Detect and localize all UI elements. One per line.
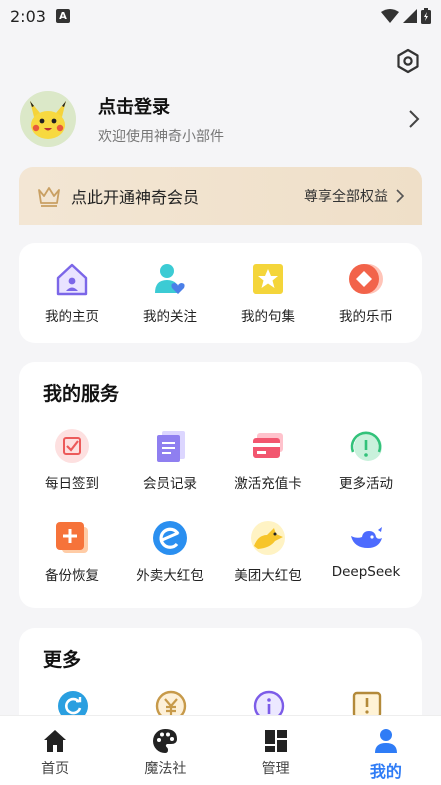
checkin-icon <box>55 429 89 463</box>
service-backup[interactable]: 备份恢复 <box>22 520 122 584</box>
eleme-icon <box>153 521 187 555</box>
tab-label: 管理 <box>261 761 290 777</box>
service-checkin[interactable]: 每日签到 <box>22 428 122 492</box>
palette-icon <box>153 729 178 753</box>
crown-icon <box>38 187 60 207</box>
quick-item-collection[interactable]: 我的句集 <box>218 261 318 325</box>
vip-action[interactable]: 尊享全部权益 <box>304 186 404 206</box>
home-tab-icon <box>44 730 67 752</box>
quick-item-label: 我的主页 <box>45 309 99 325</box>
status-indicators <box>381 8 431 24</box>
vip-banner[interactable]: 点此开通神奇会员 尊享全部权益 <box>19 167 422 225</box>
notification-a-icon: A <box>55 9 70 23</box>
record-icon <box>157 431 185 462</box>
more-title: 更多 <box>43 649 82 671</box>
home-icon <box>56 263 88 296</box>
wifi-icon <box>381 9 399 23</box>
service-label: DeepSeek <box>331 564 401 580</box>
grid-icon <box>264 730 287 752</box>
service-eleme[interactable]: 外卖大红包 <box>120 520 220 584</box>
star-icon <box>253 264 283 294</box>
quick-item-coins[interactable]: 我的乐币 <box>316 261 416 325</box>
services-card: 我的服务 每日签到 会员记录 激活充值卡 更多活动 备份恢复 外卖大红包 美团大… <box>19 362 422 608</box>
avatar[interactable] <box>20 91 76 147</box>
quick-item-label: 我的关注 <box>143 309 197 325</box>
tab-mine[interactable]: 我的 <box>331 716 441 785</box>
service-label: 会员记录 <box>143 476 197 492</box>
bottom-tab-bar: 首页 魔法社 管理 我的 <box>0 715 441 785</box>
tab-home[interactable]: 首页 <box>0 716 110 785</box>
profile-header[interactable]: 点击登录 欢迎使用神奇小部件 <box>20 88 421 150</box>
quick-item-home[interactable]: 我的主页 <box>22 261 122 325</box>
pikachu-avatar-icon <box>20 91 76 147</box>
service-activities[interactable]: 更多活动 <box>316 428 416 492</box>
service-label: 激活充值卡 <box>234 476 302 492</box>
tab-manage[interactable]: 管理 <box>221 716 331 785</box>
chevron-right-icon <box>396 189 404 203</box>
person-icon <box>374 729 397 753</box>
profile-text: 点击登录 欢迎使用神奇小部件 <box>98 93 224 146</box>
service-label: 更多活动 <box>339 476 393 492</box>
service-recharge-card[interactable]: 激活充值卡 <box>218 428 318 492</box>
settings-icon[interactable] <box>395 48 421 74</box>
backup-icon <box>56 522 88 553</box>
vip-action-label: 尊享全部权益 <box>304 189 388 205</box>
quick-item-label: 我的乐币 <box>339 309 393 325</box>
quick-item-follow[interactable]: 我的关注 <box>120 261 220 325</box>
meituan-icon <box>251 521 285 555</box>
welcome-subtitle: 欢迎使用神奇小部件 <box>98 128 224 145</box>
service-meituan[interactable]: 美团大红包 <box>218 520 318 584</box>
tab-label: 首页 <box>41 761 70 777</box>
login-title[interactable]: 点击登录 <box>98 93 224 119</box>
status-bar: 2:03 A <box>0 0 441 32</box>
status-time: 2:03 <box>10 6 46 26</box>
service-label: 每日签到 <box>45 476 99 492</box>
vip-label: 点此开通神奇会员 <box>71 188 200 207</box>
service-record[interactable]: 会员记录 <box>120 428 220 492</box>
quick-access-card: 我的主页 我的关注 我的句集 我的乐币 <box>19 243 422 343</box>
activity-icon <box>350 431 382 461</box>
signal-icon <box>403 9 417 23</box>
service-label: 外卖大红包 <box>136 568 204 584</box>
coin-icon <box>349 264 383 294</box>
battery-icon <box>421 8 431 24</box>
chevron-right-icon[interactable] <box>407 108 421 130</box>
card-icon <box>253 433 283 458</box>
service-deepseek[interactable]: DeepSeek <box>316 520 416 580</box>
quick-item-label: 我的句集 <box>241 309 295 325</box>
tab-magic[interactable]: 魔法社 <box>110 716 220 785</box>
services-title: 我的服务 <box>43 383 120 405</box>
tab-label: 魔法社 <box>144 761 187 777</box>
follow-icon <box>155 264 185 294</box>
tab-label: 我的 <box>369 762 402 781</box>
service-label: 美团大红包 <box>234 568 302 584</box>
service-label: 备份恢复 <box>45 568 99 584</box>
deepseek-icon <box>351 527 382 548</box>
